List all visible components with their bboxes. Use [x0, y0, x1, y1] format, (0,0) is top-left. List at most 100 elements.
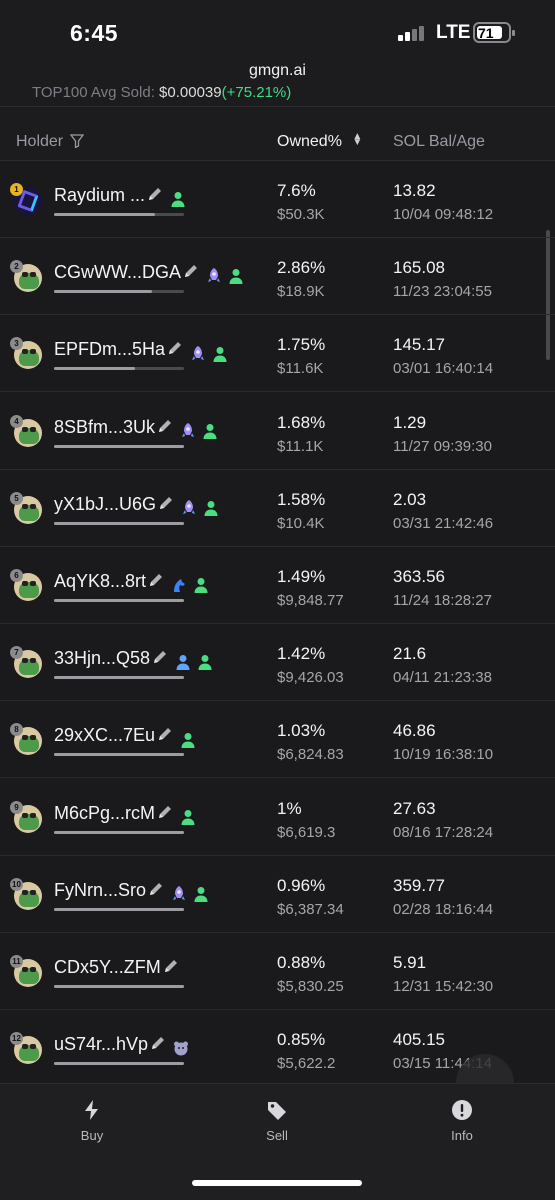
holder-name[interactable]: M6cPg...rcM	[54, 803, 155, 823]
owned-header[interactable]: Owned% ▲ ▼	[277, 132, 362, 151]
holder-address[interactable]: EPFDm...5Ha	[54, 339, 233, 363]
rocket-tag-icon[interactable]	[180, 499, 198, 517]
person-tag-icon[interactable]	[227, 267, 245, 285]
rocket-tag-icon[interactable]	[170, 885, 188, 903]
holder-address[interactable]: AqYK8...8rt	[54, 571, 214, 595]
table-row[interactable]: 9 M6cPg...rcM 1% $6,619.3 27.63 08/16 17…	[0, 779, 555, 856]
owned-value-usd: $9,848.77	[277, 592, 344, 609]
edit-icon[interactable]	[148, 881, 164, 897]
holder-address[interactable]: FyNrn...Sro	[54, 880, 214, 904]
rank-badge: 4	[10, 414, 23, 428]
avatar[interactable]: 10	[10, 877, 42, 910]
horse-tag-icon[interactable]	[170, 576, 188, 594]
avatar[interactable]: 1	[10, 183, 42, 215]
rocket-tag-icon[interactable]	[205, 267, 223, 285]
sort-icon[interactable]: ▲ ▼	[352, 132, 362, 148]
holder-address[interactable]: M6cPg...rcM	[54, 803, 201, 827]
person-tag-icon[interactable]	[192, 885, 210, 903]
rocket-tag-icon[interactable]	[189, 345, 207, 363]
person-tag-icon[interactable]	[179, 808, 197, 826]
person-tag-icon[interactable]	[201, 422, 219, 440]
person-tag-icon[interactable]	[179, 731, 197, 749]
table-row[interactable]: 7 33Hjn...Q58 1.42% $9,426.03 21.6 04/11…	[0, 624, 555, 702]
table-row[interactable]: 10 FyNrn...Sro 0.96% $6,387.34 359.77 02…	[0, 856, 555, 933]
avatar[interactable]: 7	[10, 646, 42, 679]
holder-name[interactable]: yX1bJ...U6G	[54, 494, 156, 514]
avatar[interactable]: 6	[10, 569, 42, 601]
table-row[interactable]: 2 CGwWW...DGA 2.86% $18.9K 165.08 11/23 …	[0, 238, 555, 316]
avatar[interactable]: 5	[10, 491, 42, 524]
owned-value-usd: $6,387.34	[277, 900, 344, 918]
avatar[interactable]: 8	[10, 723, 42, 756]
avg-sold-summary: TOP100 Avg Sold: $0.00039(+75.21%)	[0, 84, 555, 106]
table-row[interactable]: 11 CDx5Y...ZFM 0.88% $5,830.25 5.91 12/3…	[0, 933, 555, 1010]
table-row[interactable]: 3 EPFDm...5Ha 1.75% $11.6K 145.17 03/01 …	[0, 315, 555, 393]
avg-sold-value: $0.00039	[159, 84, 222, 101]
owned-percent: 1.68%	[277, 412, 326, 432]
tab-info[interactable]: Info	[422, 1098, 502, 1143]
tab-buy[interactable]: Buy	[52, 1098, 132, 1143]
holder-address[interactable]: CGwWW...DGA	[54, 262, 249, 286]
person-blue-tag-icon[interactable]	[174, 653, 192, 671]
edit-icon[interactable]	[157, 418, 173, 434]
edit-icon[interactable]	[152, 649, 168, 665]
edit-icon[interactable]	[147, 186, 163, 202]
edit-icon[interactable]	[150, 1035, 166, 1051]
table-header: Holder Owned% ▲ ▼ SOL Bal/Age	[0, 106, 555, 161]
holder-name[interactable]: 8SBfm...3Uk	[54, 417, 155, 437]
rocket-tag-icon[interactable]	[179, 422, 197, 440]
filter-icon[interactable]	[69, 134, 84, 148]
network-label: LTE	[436, 22, 471, 43]
url-bar[interactable]: gmgn.ai	[0, 62, 555, 84]
edit-icon[interactable]	[158, 495, 174, 511]
edit-icon[interactable]	[167, 340, 183, 356]
holder-address[interactable]: yX1bJ...U6G	[54, 494, 224, 518]
holder-header[interactable]: Holder	[16, 133, 84, 151]
holding-progress-bar	[54, 1062, 184, 1066]
person-tag-icon[interactable]	[192, 576, 210, 594]
avatar[interactable]: 11	[10, 955, 42, 987]
person-tag-icon[interactable]	[211, 345, 229, 363]
holder-name[interactable]: EPFDm...5Ha	[54, 339, 165, 359]
avatar[interactable]: 12	[10, 1032, 42, 1065]
edit-icon[interactable]	[157, 804, 173, 820]
edit-icon[interactable]	[183, 263, 199, 279]
tab-sell-label: Sell	[266, 1128, 288, 1143]
person-tag-icon[interactable]	[202, 499, 220, 517]
bear-tag-icon[interactable]	[172, 1039, 190, 1057]
avatar[interactable]: 3	[10, 337, 42, 370]
person-tag-icon[interactable]	[196, 653, 214, 671]
edit-icon[interactable]	[163, 958, 179, 974]
holder-address[interactable]: CDx5Y...ZFM	[54, 957, 185, 978]
avatar[interactable]: 4	[10, 414, 42, 447]
table-row[interactable]: 8 29xXC...7Eu 1.03% $6,824.83 46.86 10/1…	[0, 701, 555, 779]
sol-balance: 2.03	[393, 489, 427, 509]
table-row[interactable]: 5 yX1bJ...U6G 1.58% $10.4K 2.03 03/31 21…	[0, 470, 555, 547]
holder-name[interactable]: 29xXC...7Eu	[54, 725, 155, 745]
holder-address[interactable]: Raydium ...	[54, 185, 191, 209]
edit-icon[interactable]	[148, 572, 164, 588]
table-row[interactable]: 1 Raydium ... 7.6% $50.3K 13.82 10/04 09…	[0, 161, 555, 238]
edit-icon[interactable]	[157, 726, 173, 742]
tab-sell[interactable]: Sell	[237, 1098, 317, 1143]
avatar[interactable]: 9	[10, 800, 42, 833]
table-row[interactable]: 6 AqYK8...8rt 1.49% $9,848.77 363.56 11/…	[0, 547, 555, 624]
holder-name[interactable]: Raydium ...	[54, 185, 145, 205]
holder-tags	[179, 806, 201, 827]
holder-address[interactable]: uS74r...hVp	[54, 1034, 194, 1058]
holder-name[interactable]: CGwWW...DGA	[54, 262, 181, 282]
holder-name[interactable]: FyNrn...Sro	[54, 880, 146, 900]
holder-address[interactable]: 29xXC...7Eu	[54, 725, 201, 749]
owned-percent: 0.88%	[277, 953, 326, 972]
avatar[interactable]: 2	[10, 260, 42, 293]
holder-address[interactable]: 8SBfm...3Uk	[54, 417, 223, 441]
holder-name[interactable]: CDx5Y...ZFM	[54, 957, 161, 977]
holder-name[interactable]: 33Hjn...Q58	[54, 648, 150, 668]
holder-name[interactable]: uS74r...hVp	[54, 1034, 148, 1054]
sol-header[interactable]: SOL Bal/Age	[393, 133, 485, 151]
holders-table[interactable]: Holder Owned% ▲ ▼ SOL Bal/Age 1 Raydium .…	[0, 106, 555, 1083]
table-row[interactable]: 4 8SBfm...3Uk 1.68% $11.1K 1.29 11/27 09…	[0, 393, 555, 470]
holder-address[interactable]: 33Hjn...Q58	[54, 648, 218, 672]
holder-name[interactable]: AqYK8...8rt	[54, 571, 146, 591]
person-tag-icon[interactable]	[169, 190, 187, 208]
